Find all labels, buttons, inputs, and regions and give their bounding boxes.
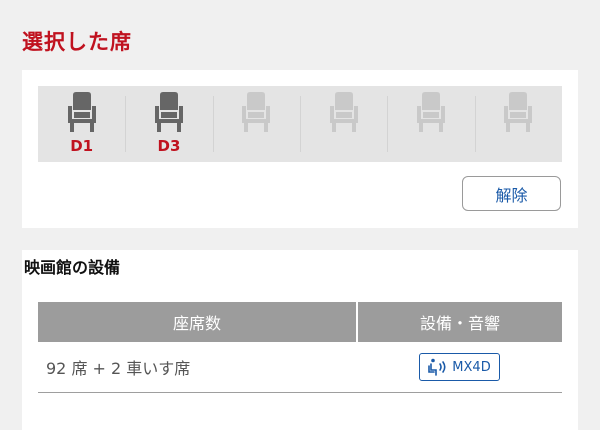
- seat-slot: [212, 86, 300, 162]
- seat-strip: D1 D3: [38, 86, 562, 162]
- seat-slot: D1: [38, 86, 125, 162]
- seat-icon: [67, 92, 96, 132]
- mx4d-badge[interactable]: MX4D: [419, 353, 500, 381]
- seat-icon: [416, 92, 445, 132]
- facility-title: 映画館の設備: [24, 258, 121, 277]
- seat-slot: [474, 86, 562, 162]
- seat-label: D3: [157, 137, 181, 155]
- column-header-seats: 座席数: [38, 302, 358, 342]
- facility-card: 映画館の設備 座席数 設備・音響 92 席 + 2 車いす席 MX4D: [22, 250, 578, 430]
- seat-label: D1: [70, 137, 94, 155]
- facility-table: 座席数 設備・音響 92 席 + 2 車いす席 MX4D: [38, 302, 562, 393]
- mx4d-label: MX4D: [452, 359, 491, 375]
- seat-slot: [387, 86, 474, 162]
- release-button[interactable]: 解除: [462, 176, 561, 211]
- column-header-equipment: 設備・音響: [357, 302, 562, 342]
- mx4d-motion-seat-icon: [428, 358, 446, 376]
- seat-slot: [299, 86, 387, 162]
- selected-seats-card: D1 D3 解除: [22, 70, 578, 228]
- table-header-row: 座席数 設備・音響: [38, 302, 562, 342]
- seat-slot: D3: [125, 86, 212, 162]
- seat-icon: [504, 92, 533, 132]
- seat-icon: [329, 92, 358, 132]
- table-row: 92 席 + 2 車いす席 MX4D: [38, 342, 562, 393]
- seat-count-cell: 92 席 + 2 車いす席: [38, 342, 357, 393]
- equipment-cell: MX4D: [357, 342, 562, 393]
- seat-icon: [154, 92, 183, 132]
- selected-seats-title: 選択した席: [22, 30, 132, 54]
- seat-icon: [242, 92, 271, 132]
